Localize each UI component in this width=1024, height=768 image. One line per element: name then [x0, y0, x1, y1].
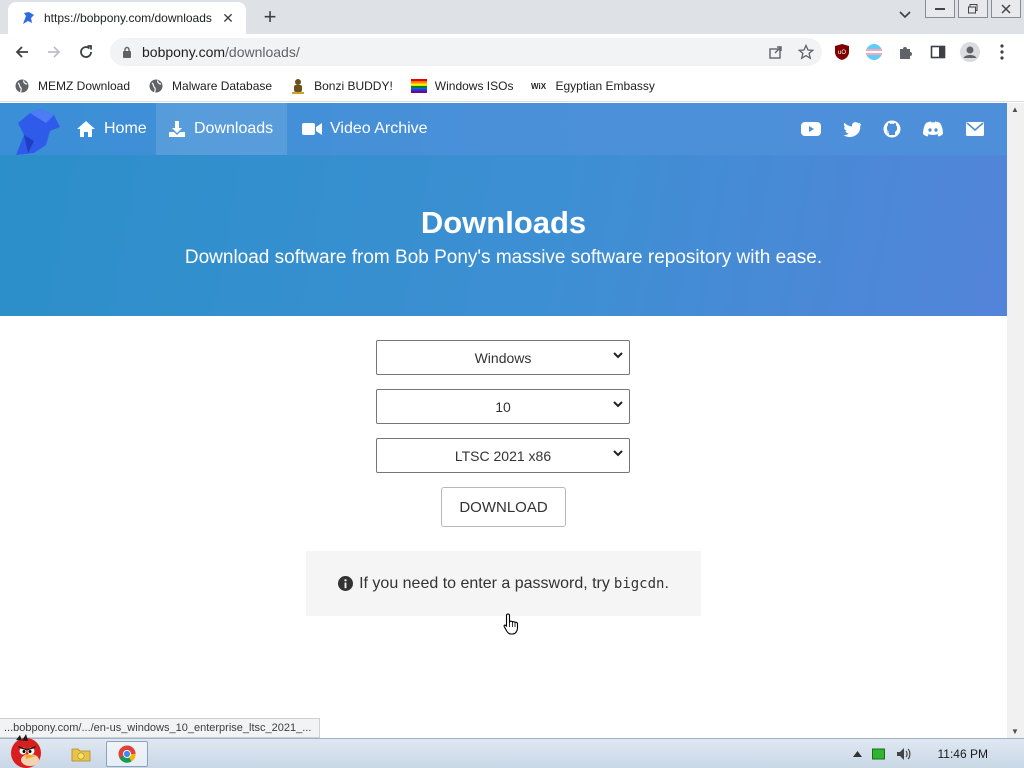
- bookmark-egyptian-embassy[interactable]: WiX Egyptian Embassy: [531, 78, 654, 94]
- bookmark-label: Egyptian Embassy: [555, 78, 655, 93]
- profile-avatar-icon[interactable]: [960, 42, 980, 62]
- notice-password: bigcdn: [613, 575, 665, 592]
- reload-icon[interactable]: [76, 42, 96, 62]
- battery-icon[interactable]: [871, 748, 886, 760]
- link-status-bubble: ...bobpony.com/.../en-us_windows_10_ente…: [0, 718, 321, 738]
- url-text: bobpony.com/downloads/: [142, 44, 300, 60]
- home-icon: [77, 121, 95, 137]
- chrome-icon: [118, 745, 136, 763]
- url-host: bobpony.com: [142, 44, 226, 60]
- address-bar[interactable]: bobpony.com/downloads/: [110, 38, 822, 66]
- bobpony-logo[interactable]: [10, 105, 64, 157]
- bookmark-bonzi-buddy[interactable]: Bonzi BUDDY!: [290, 78, 393, 94]
- github-icon[interactable]: [882, 120, 902, 138]
- tab-close-icon[interactable]: ✕: [220, 10, 236, 26]
- hand-cursor-icon: [503, 613, 519, 635]
- notice-text: If you need to enter a password, try: [359, 574, 610, 592]
- scroll-up-arrow-icon[interactable]: ▲: [1011, 105, 1019, 114]
- download-button[interactable]: DOWNLOAD: [441, 487, 566, 527]
- menu-kebab-icon[interactable]: [992, 42, 1012, 62]
- system-tray: 11:46 PM: [852, 739, 1014, 768]
- taskbar: 11:46 PM: [0, 734, 1024, 768]
- taskbar-chrome[interactable]: [106, 741, 148, 767]
- page-scrollbar[interactable]: ▲ ▼: [1007, 103, 1024, 738]
- nav-downloads[interactable]: Downloads: [156, 103, 287, 155]
- bookmarks-bar: MEMZ Download Malware Database Bonzi BUD…: [0, 70, 1024, 102]
- new-tab-button[interactable]: +: [258, 6, 282, 30]
- page-content: Home Downloads Video Archive Downloads D…: [0, 103, 1007, 738]
- back-arrow-icon[interactable]: [12, 42, 32, 62]
- nav-downloads-label: Downloads: [194, 120, 274, 137]
- folder-icon: [71, 748, 91, 762]
- wix-icon: WiX: [531, 78, 547, 94]
- side-panel-icon[interactable]: [928, 42, 948, 62]
- chevron-down-icon: [613, 450, 623, 457]
- version-select-value: 10: [495, 398, 511, 415]
- edition-select-value: LTSC 2021 x86: [454, 447, 552, 464]
- share-icon[interactable]: [768, 44, 784, 60]
- tray-expand-icon[interactable]: [852, 751, 862, 757]
- site-navbar: Home Downloads Video Archive: [0, 103, 1007, 155]
- ublock-icon[interactable]: uO: [832, 42, 852, 62]
- status-url: ...bobpony.com/.../en-us_windows_10_ente…: [4, 722, 312, 734]
- bookmark-malware-database[interactable]: Malware Database: [148, 78, 272, 94]
- bookmark-label: Malware Database: [172, 78, 273, 93]
- os-select-value: Windows: [474, 349, 532, 366]
- youtube-icon[interactable]: [801, 120, 821, 138]
- tab-title: https://bobpony.com/downloads: [44, 11, 212, 25]
- bookmark-windows-isos[interactable]: Windows ISOs: [410, 78, 514, 94]
- edition-select[interactable]: LTSC 2021 x86: [376, 438, 630, 473]
- extensions-puzzle-icon[interactable]: [896, 42, 916, 62]
- browser-toolbar: bobpony.com/downloads/ uO: [0, 34, 1024, 70]
- notice-suffix: .: [664, 574, 669, 592]
- globe-icon: [148, 78, 164, 94]
- lock-icon[interactable]: [122, 46, 132, 58]
- chevron-down-icon: [613, 401, 623, 408]
- discord-icon[interactable]: [922, 120, 944, 138]
- taskbar-explorer[interactable]: [60, 741, 102, 767]
- bookmark-label: Windows ISOs: [434, 78, 514, 93]
- nav-video-archive-label: Video Archive: [330, 120, 428, 137]
- os-select[interactable]: Windows: [376, 340, 630, 375]
- close-button[interactable]: [991, 0, 1021, 18]
- password-notice: If you need to enter a password, try big…: [306, 551, 701, 616]
- svg-text:WiX: WiX: [531, 82, 547, 91]
- bonzi-icon: [290, 78, 306, 94]
- hero-banner: Downloads Download software from Bob Pon…: [0, 155, 1007, 316]
- volume-icon[interactable]: [896, 747, 912, 761]
- forward-arrow-icon[interactable]: [44, 42, 64, 62]
- nav-home-label: Home: [104, 120, 147, 137]
- rainbow-flag-icon: [410, 78, 427, 94]
- download-form: Windows 10 LTSC 2021 x86: [376, 340, 630, 487]
- pride-extension-icon[interactable]: [864, 42, 884, 62]
- download-icon: [169, 121, 185, 137]
- taskbar-clock[interactable]: 11:46 PM: [938, 747, 988, 761]
- start-angry-bird-icon[interactable]: [2, 733, 48, 768]
- globe-icon: [14, 78, 30, 94]
- version-select[interactable]: 10: [376, 389, 630, 424]
- svg-text:uO: uO: [838, 50, 846, 56]
- tab-active[interactable]: https://bobpony.com/downloads ✕: [8, 2, 246, 34]
- page-title: Downloads: [420, 205, 587, 240]
- bookmark-memz[interactable]: MEMZ Download: [14, 78, 130, 94]
- bookmark-label: Bonzi BUDDY!: [314, 78, 393, 93]
- twitter-icon[interactable]: [842, 120, 862, 138]
- bookmark-label: MEMZ Download: [38, 78, 131, 93]
- url-path: /downloads/: [225, 44, 300, 60]
- chevron-down-icon: [613, 352, 623, 359]
- nav-video-archive[interactable]: Video Archive: [290, 103, 440, 155]
- video-camera-icon: [302, 123, 322, 135]
- info-circle-icon: [338, 576, 354, 591]
- tab-strip: https://bobpony.com/downloads ✕ +: [0, 0, 1024, 34]
- bookmark-star-icon[interactable]: [798, 44, 814, 60]
- nav-home[interactable]: Home: [64, 103, 159, 155]
- bobpony-favicon: [23, 12, 34, 24]
- scroll-down-arrow-icon[interactable]: ▼: [1011, 727, 1019, 736]
- window-controls: [925, 0, 1024, 18]
- email-icon[interactable]: [965, 120, 985, 138]
- page-subtitle: Download software from Bob Pony's massiv…: [184, 247, 823, 268]
- minimize-button[interactable]: [925, 0, 955, 18]
- tab-search-chevron-icon[interactable]: [896, 8, 914, 26]
- restore-button[interactable]: [958, 0, 988, 18]
